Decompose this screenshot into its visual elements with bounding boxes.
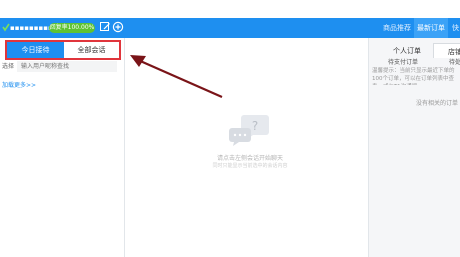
annotation-arrow — [130, 55, 223, 99]
app-window: ▪▪▪▪▪▪▪▪▪▪O... 回复率100.00% 商品推荐 最新订单 快 今日… — [0, 0, 460, 257]
